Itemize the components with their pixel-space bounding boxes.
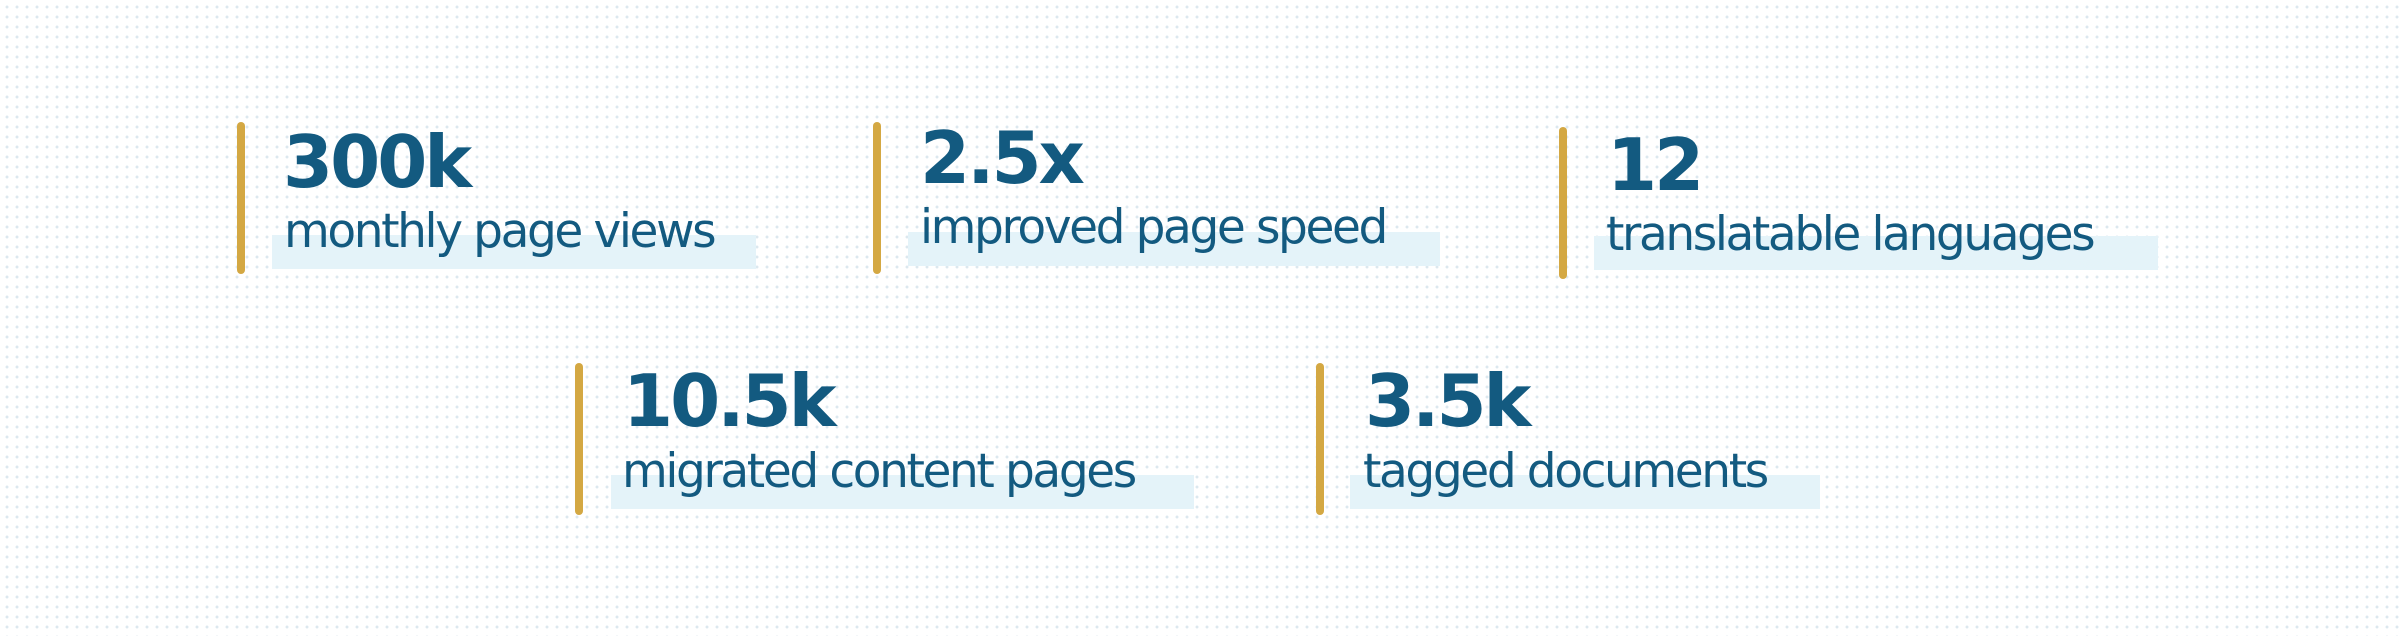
stat-label: migrated content pages	[622, 444, 1137, 499]
stat-value: 2.5x	[920, 116, 1085, 200]
stat-label: translatable languages	[1606, 207, 2096, 262]
stat-label: monthly page views	[284, 204, 717, 259]
accent-bar	[575, 363, 583, 515]
stat-translatable-languages: 12 translatable languages	[1559, 123, 2169, 279]
stat-migrated-content-pages: 10.5k migrated content pages	[575, 359, 1205, 515]
stat-label: tagged documents	[1363, 444, 1769, 499]
stat-monthly-page-views: 300k monthly page views	[237, 122, 767, 274]
accent-bar	[1559, 127, 1567, 279]
stat-value: 3.5k	[1365, 359, 1531, 443]
stat-value: 300k	[283, 120, 472, 204]
stat-value: 12	[1607, 123, 1704, 207]
accent-bar	[873, 122, 881, 274]
stat-tagged-documents: 3.5k tagged documents	[1316, 359, 1836, 515]
stat-value: 10.5k	[623, 359, 837, 443]
accent-bar	[1316, 363, 1324, 515]
accent-bar	[237, 122, 245, 274]
stat-improved-page-speed: 2.5x improved page speed	[873, 118, 1453, 274]
stat-label: improved page speed	[920, 200, 1388, 255]
